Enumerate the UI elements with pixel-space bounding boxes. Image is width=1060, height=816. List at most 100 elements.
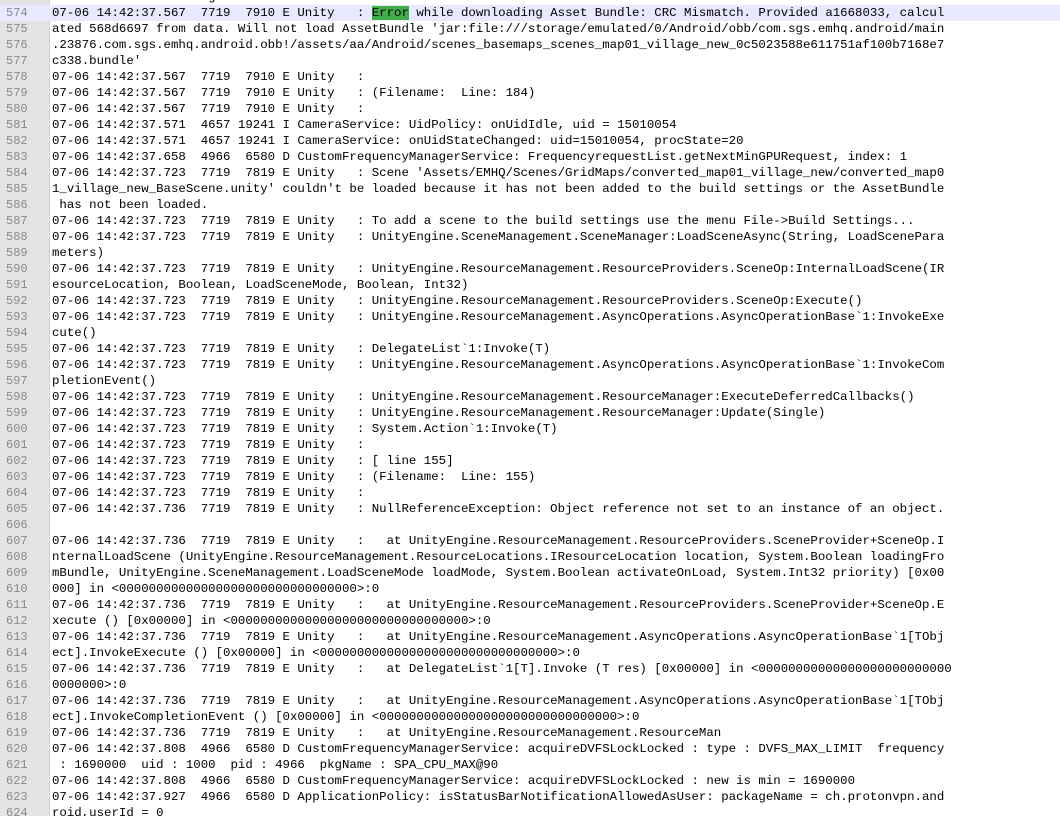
log-line[interactable]: 610 000] in <0000000000000000000000000000…	[0, 581, 1060, 597]
log-line[interactable]: 608 nternalLoadScene (UnityEngine.Resourc…	[0, 549, 1060, 565]
log-line[interactable]: 615 07-06 14:42:37.736 7719 7819 E Unity …	[0, 661, 1060, 677]
log-line[interactable]: 597 pletionEvent()	[0, 373, 1060, 389]
line-number: 577	[6, 54, 28, 68]
line-number: 584	[6, 166, 28, 180]
line-number: 609	[6, 566, 28, 580]
log-line[interactable]: 585 1_village_new_BaseScene.unity' couldn…	[0, 181, 1060, 197]
line-text: nternalLoadScene (UnityEngine.ResourceMa…	[52, 550, 945, 564]
log-line[interactable]: 600 07-06 14:42:37.723 7719 7819 E Unity …	[0, 421, 1060, 437]
line-text: 07-06 14:42:37.723 7719 7819 E Unity : U…	[52, 390, 915, 404]
log-line[interactable]: 602 07-06 14:42:37.723 7719 7819 E Unity …	[0, 453, 1060, 469]
log-line[interactable]: 599 07-06 14:42:37.723 7719 7819 E Unity …	[0, 405, 1060, 421]
log-line[interactable]: 613 07-06 14:42:37.736 7719 7819 E Unity …	[0, 629, 1060, 645]
log-line[interactable]: 586 has not been loaded.	[0, 197, 1060, 213]
line-number: 617	[6, 694, 28, 708]
log-line[interactable]: 605 07-06 14:42:37.736 7719 7819 E Unity …	[0, 501, 1060, 517]
line-text: meters)	[52, 246, 105, 260]
log-line[interactable]: 574 07-06 14:42:37.567 7719 7910 E Unity …	[0, 5, 1060, 21]
line-text: .23876.com.sgs.emhq.android.obb!/assets/…	[52, 38, 945, 52]
line-number: 620	[6, 742, 28, 756]
line-number: 618	[6, 710, 28, 724]
log-line[interactable]: 576 .23876.com.sgs.emhq.android.obb!/asse…	[0, 37, 1060, 53]
line-number: 582	[6, 134, 28, 148]
log-line[interactable]: 581 07-06 14:42:37.571 4657 19241 I Camer…	[0, 117, 1060, 133]
log-line[interactable]: 604 07-06 14:42:37.723 7719 7819 E Unity …	[0, 485, 1060, 501]
line-text: 07-06 14:42:37.736 7719 7819 E Unity : a…	[52, 694, 945, 708]
log-line[interactable]: 583 07-06 14:42:37.658 4966 6580 D Custom…	[0, 149, 1060, 165]
line-text: 07-06 14:42:37.736 7719 7819 E Unity : a…	[52, 726, 722, 740]
log-line[interactable]: 592 07-06 14:42:37.723 7719 7819 E Unity …	[0, 293, 1060, 309]
line-number: 579	[6, 86, 28, 100]
line-text: c338.bundle'	[52, 54, 142, 68]
line-number: 604	[6, 486, 28, 500]
log-line[interactable]: 611 07-06 14:42:37.736 7719 7819 E Unity …	[0, 597, 1060, 613]
line-number: 615	[6, 662, 28, 676]
line-text: xecute () [0x00000] in <0000000000000000…	[52, 614, 491, 628]
line-text: pletionEvent()	[52, 374, 157, 388]
log-line[interactable]: 578 07-06 14:42:37.567 7719 7910 E Unity …	[0, 69, 1060, 85]
log-line[interactable]: 588 07-06 14:42:37.723 7719 7819 E Unity …	[0, 229, 1060, 245]
log-line[interactable]: 589 meters)	[0, 245, 1060, 261]
log-editor[interactable]: 573Native : Error LoadingPenalties : Zli…	[0, 0, 1060, 816]
line-text: mBundle, UnityEngine.SceneManagement.Loa…	[52, 566, 945, 580]
line-text: 07-06 14:42:37.723 7719 7819 E Unity :	[52, 486, 365, 500]
log-line[interactable]: 620 07-06 14:42:37.808 4966 6580 D Custom…	[0, 741, 1060, 757]
log-lines: 573Native : Error LoadingPenalties : Zli…	[0, 0, 1060, 816]
log-line[interactable]: 594 cute()	[0, 325, 1060, 341]
line-text: 07-06 14:42:37.736 7719 7819 E Unity : a…	[52, 598, 945, 612]
log-line[interactable]: 617 07-06 14:42:37.736 7719 7819 E Unity …	[0, 693, 1060, 709]
line-text: 07-06 14:42:37.723 7719 7819 E Unity : (…	[52, 470, 536, 484]
line-text: 07-06 14:42:37.736 7719 7819 E Unity : a…	[52, 662, 952, 676]
line-text: 07-06 14:42:37.567 7719 7910 E Unity :	[52, 70, 365, 84]
log-line[interactable]: 593 07-06 14:42:37.723 7719 7819 E Unity …	[0, 309, 1060, 325]
log-line[interactable]: 596 07-06 14:42:37.723 7719 7819 E Unity …	[0, 357, 1060, 373]
log-line[interactable]: 584 07-06 14:42:37.723 7719 7819 E Unity …	[0, 165, 1060, 181]
line-number: 624	[6, 806, 28, 816]
line-text: 07-06 14:42:37.736 7719 7819 E Unity : a…	[52, 534, 945, 548]
line-number: 610	[6, 582, 28, 596]
log-line[interactable]: 609 mBundle, UnityEngine.SceneManagement.…	[0, 565, 1060, 581]
log-line[interactable]: 582 07-06 14:42:37.571 4657 19241 I Camer…	[0, 133, 1060, 149]
line-text: has not been loaded.	[52, 198, 209, 212]
log-line[interactable]: 577 c338.bundle'	[0, 53, 1060, 69]
log-line[interactable]: 622 07-06 14:42:37.808 4966 6580 D Custom…	[0, 773, 1060, 789]
line-number: 597	[6, 374, 28, 388]
line-number: 585	[6, 182, 28, 196]
log-line[interactable]: 619 07-06 14:42:37.736 7719 7819 E Unity …	[0, 725, 1060, 741]
line-text: 07-06 14:42:37.808 4966 6580 D CustomFre…	[52, 742, 945, 756]
log-line[interactable]: 603 07-06 14:42:37.723 7719 7819 E Unity …	[0, 469, 1060, 485]
log-line[interactable]: 616 0000000>:0	[0, 677, 1060, 693]
line-number: 611	[6, 598, 28, 612]
line-number: 594	[6, 326, 28, 340]
log-line[interactable]: 624 roid,userId = 0	[0, 805, 1060, 816]
line-number: 619	[6, 726, 28, 740]
log-line[interactable]: 621 : 1690000 uid : 1000 pid : 4966 pkgN…	[0, 757, 1060, 773]
line-number: 587	[6, 214, 28, 228]
line-number: 589	[6, 246, 28, 260]
line-text: 07-06 14:42:37.723 7719 7819 E Unity : U…	[52, 262, 945, 276]
log-line[interactable]: 591 esourceLocation, Boolean, LoadSceneMo…	[0, 277, 1060, 293]
log-line[interactable]: 612 xecute () [0x00000] in <0000000000000…	[0, 613, 1060, 629]
log-line[interactable]: 601 07-06 14:42:37.723 7719 7819 E Unity …	[0, 437, 1060, 453]
line-number: 614	[6, 646, 28, 660]
line-number: 595	[6, 342, 28, 356]
log-line[interactable]: 618 ect].InvokeCompletionEvent () [0x0000…	[0, 709, 1060, 725]
line-text: 07-06 14:42:37.571 4657 19241 I CameraSe…	[52, 118, 677, 132]
line-number: 613	[6, 630, 28, 644]
log-line[interactable]: 614 ect].InvokeExecute () [0x00000] in <0…	[0, 645, 1060, 661]
log-line[interactable]: 580 07-06 14:42:37.567 7719 7910 E Unity …	[0, 101, 1060, 117]
log-line[interactable]: 579 07-06 14:42:37.567 7719 7910 E Unity …	[0, 85, 1060, 101]
log-line[interactable]: 623 07-06 14:42:37.927 4966 6580 D Applic…	[0, 789, 1060, 805]
line-text: 07-06 14:42:37.571 4657 19241 I CameraSe…	[52, 134, 744, 148]
log-line[interactable]: 587 07-06 14:42:37.723 7719 7819 E Unity …	[0, 213, 1060, 229]
log-line[interactable]: 575 ated 568d6697 from data. Will not loa…	[0, 21, 1060, 37]
log-line[interactable]: 598 07-06 14:42:37.723 7719 7819 E Unity …	[0, 389, 1060, 405]
line-text: 07-06 14:42:37.723 7719 7819 E Unity : S…	[52, 422, 558, 436]
log-line[interactable]: 606	[0, 517, 1060, 533]
line-number: 606	[6, 518, 28, 532]
log-line[interactable]: 595 07-06 14:42:37.723 7719 7819 E Unity …	[0, 341, 1060, 357]
log-line[interactable]: 590 07-06 14:42:37.723 7719 7819 E Unity …	[0, 261, 1060, 277]
line-text: 07-06 14:42:37.723 7719 7819 E Unity : […	[52, 454, 454, 468]
line-text: 1_village_new_BaseScene.unity' couldn't …	[52, 182, 945, 196]
log-line[interactable]: 607 07-06 14:42:37.736 7719 7819 E Unity …	[0, 533, 1060, 549]
